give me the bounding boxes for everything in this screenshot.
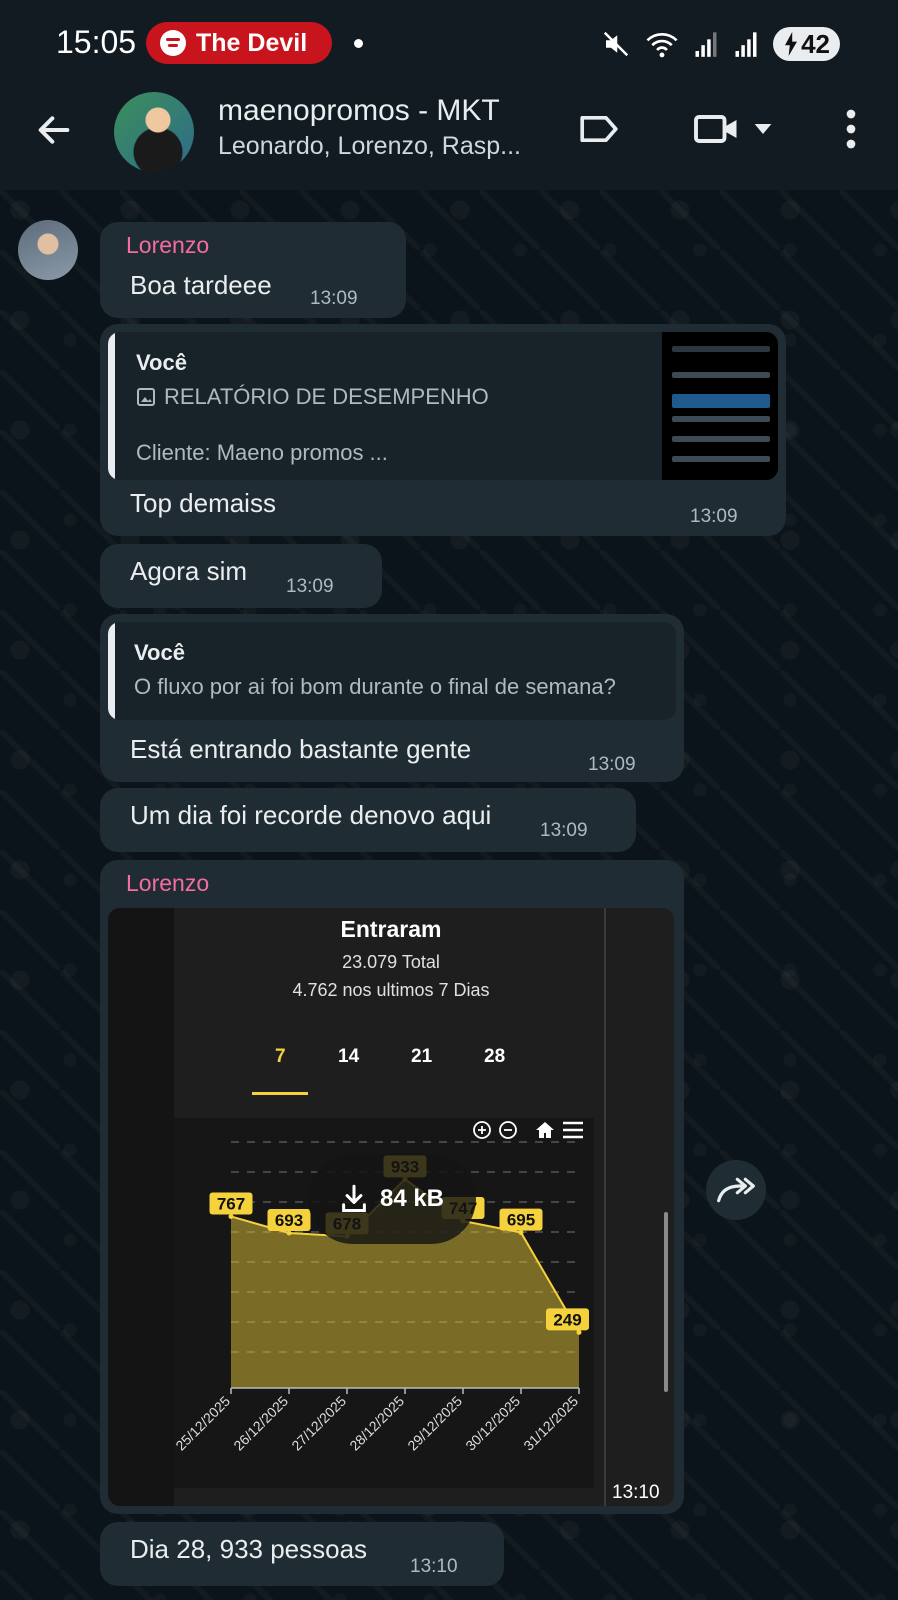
message-time: 13:09 (540, 820, 588, 841)
signal-icon (693, 30, 719, 58)
x-tick-label: 30/12/2025 (462, 1393, 523, 1454)
x-tick-label: 26/12/2025 (230, 1393, 291, 1454)
group-avatar[interactable] (114, 92, 194, 172)
message-bubble[interactable]: Um dia foi recorde denovo aqui 13:09 (100, 788, 636, 852)
x-tick-label: 25/12/2025 (172, 1393, 233, 1454)
message-text: Boa tardeee (130, 270, 272, 300)
x-tick-label: 27/12/2025 (288, 1393, 349, 1454)
sender-name[interactable]: Lorenzo (126, 870, 209, 897)
image-icon (137, 388, 155, 406)
label-button[interactable] (574, 104, 624, 154)
data-point (518, 1230, 524, 1236)
message-time: 13:09 (690, 506, 738, 527)
download-button[interactable]: 84 kB (308, 1154, 476, 1244)
quote-author: Você (136, 350, 187, 375)
back-button[interactable] (34, 110, 74, 150)
x-tick-label: 31/12/2025 (520, 1393, 581, 1454)
sender-name[interactable]: Lorenzo (126, 232, 209, 259)
quoted-message[interactable]: Você O fluxo por ai foi bom durante o fi… (108, 622, 676, 720)
message-text: Top demaiss (130, 488, 276, 518)
message-text: Agora sim (130, 556, 248, 586)
x-tick-label: 29/12/2025 (404, 1393, 465, 1454)
message-time: 13:09 (286, 576, 334, 597)
message-time: 13:10 (410, 1556, 458, 1577)
quote-accent-bar (108, 332, 115, 480)
message-text: Dia 28, 933 pessoas (130, 1534, 368, 1564)
data-label: 249 (553, 1310, 581, 1329)
chat-title[interactable]: maenopromos - MKT (218, 94, 500, 128)
arrow-left-icon (38, 116, 70, 144)
chat-members[interactable]: Leonardo, Lorenzo, Rasp... (218, 132, 538, 161)
wifi-icon (645, 29, 679, 59)
chevron-down-icon (754, 124, 772, 134)
battery-level: 42 (801, 28, 830, 59)
message-bubble[interactable]: Lorenzo Boa tardeee 13:09 (100, 222, 406, 318)
spotify-icon (160, 30, 186, 56)
battery-charging-icon (785, 32, 798, 56)
quote-text: O fluxo por ai foi bom durante o final d… (134, 674, 616, 699)
image-scrollbar (664, 1212, 668, 1392)
message-text: Está entrando bastante gente (130, 734, 472, 764)
message-text: Um dia foi recorde denovo aqui (130, 800, 492, 830)
download-icon (342, 1184, 366, 1213)
x-tick-label: 28/12/2025 (346, 1393, 407, 1454)
forward-button[interactable] (706, 1160, 766, 1220)
download-size: 84 kB (379, 1185, 445, 1212)
data-point (228, 1213, 234, 1219)
status-time: 15:05 (56, 24, 137, 60)
now-playing-pill[interactable]: The Devil (146, 22, 332, 64)
message-time: 13:10 (612, 1482, 660, 1503)
video-call-button[interactable] (688, 104, 778, 154)
message-time: 13:09 (310, 288, 358, 309)
data-point (576, 1329, 582, 1335)
quote-author: Você (134, 640, 185, 665)
more-vertical-icon (846, 109, 856, 149)
data-label: 695 (507, 1211, 535, 1230)
quote-text: Cliente: Maeno promos ... (136, 440, 388, 465)
label-icon (580, 115, 618, 143)
battery-indicator: 42 (773, 27, 840, 61)
forward-icon (717, 1177, 755, 1203)
more-options-button[interactable] (826, 104, 876, 154)
status-bar: 15:05 The Devil 42 (0, 0, 898, 88)
message-bubble[interactable]: Dia 28, 933 pessoas 13:10 (100, 1522, 504, 1586)
data-label: 693 (275, 1211, 303, 1230)
quote-thumbnail (662, 332, 778, 480)
notification-dot (354, 39, 363, 48)
now-playing-title: The Devil (196, 28, 308, 57)
message-bubble[interactable]: Agora sim 13:09 (100, 544, 382, 608)
quoted-message[interactable]: Você RELATÓRIO DE DESEMPENHO Cliente: Ma… (108, 332, 778, 480)
quote-accent-bar (108, 622, 115, 720)
data-label: 767 (217, 1194, 245, 1213)
message-time: 13:09 (588, 754, 636, 775)
video-camera-icon (694, 115, 737, 143)
chat-header: maenopromos - MKT Leonardo, Lorenzo, Ras… (0, 88, 898, 190)
message-bubble[interactable]: Você RELATÓRIO DE DESEMPENHO Cliente: Ma… (100, 324, 786, 536)
sender-avatar-lorenzo[interactable] (18, 220, 78, 280)
message-bubble[interactable]: Você O fluxo por ai foi bom durante o fi… (100, 614, 684, 782)
signal-icon-2 (733, 30, 759, 58)
mute-icon (601, 29, 631, 59)
quote-title: RELATÓRIO DE DESEMPENHO (164, 384, 489, 409)
data-point (286, 1230, 292, 1236)
